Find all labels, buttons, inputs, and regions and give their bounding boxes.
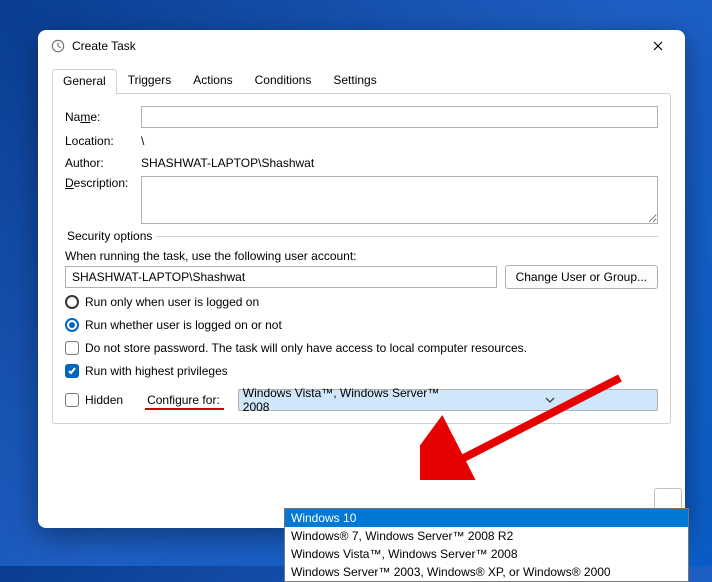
tab-settings[interactable]: Settings — [322, 68, 387, 93]
titlebar: Create Task — [38, 30, 685, 62]
security-options-legend: Security options — [63, 229, 156, 243]
author-label: Author: — [65, 156, 135, 170]
checkbox-highest-privileges[interactable]: Run with highest privileges — [65, 364, 228, 378]
configure-for-label: Configure for: — [147, 393, 220, 407]
configure-for-selected: Windows Vista™, Windows Server™ 2008 — [243, 386, 448, 414]
tab-page-general: Name: Location: \ Author: SHASHWAT-LAPTO… — [52, 93, 671, 424]
tab-actions[interactable]: Actions — [182, 68, 243, 93]
dropdown-option[interactable]: Windows® 7, Windows Server™ 2008 R2 — [285, 527, 688, 545]
tab-conditions[interactable]: Conditions — [244, 68, 323, 93]
dialog-content: General Triggers Actions Conditions Sett… — [38, 62, 685, 528]
dropdown-option[interactable]: Windows 10 — [285, 509, 688, 527]
checkbox-no-store-password[interactable]: Do not store password. The task will onl… — [65, 341, 527, 355]
name-input[interactable] — [141, 106, 658, 128]
tab-strip: General Triggers Actions Conditions Sett… — [52, 68, 671, 93]
change-user-button[interactable]: Change User or Group... — [505, 265, 658, 289]
checkbox-hidden[interactable]: Hidden — [65, 393, 123, 407]
window-title: Create Task — [72, 39, 635, 53]
description-label: Description: — [65, 176, 135, 190]
task-scheduler-icon — [50, 38, 66, 54]
author-value: SHASHWAT-LAPTOP\Shashwat — [141, 154, 658, 172]
dropdown-option[interactable]: Windows Vista™, Windows Server™ 2008 — [285, 545, 688, 563]
radio-run-whether[interactable]: Run whether user is logged on or not — [65, 318, 282, 332]
close-button[interactable] — [635, 31, 681, 61]
create-task-dialog: Create Task General Triggers Actions Con… — [38, 30, 685, 528]
when-running-label: When running the task, use the following… — [65, 249, 658, 263]
location-value: \ — [141, 132, 658, 150]
configure-for-dropdown: Windows 10 Windows® 7, Windows Server™ 2… — [284, 508, 689, 582]
chevron-down-icon — [448, 395, 653, 405]
tab-triggers[interactable]: Triggers — [117, 68, 183, 93]
security-options-group: Security options When running the task, … — [65, 236, 658, 379]
tab-general[interactable]: General — [52, 69, 117, 94]
user-account-display: SHASHWAT-LAPTOP\Shashwat — [65, 266, 497, 288]
name-label: Name: — [65, 110, 135, 124]
location-label: Location: — [65, 134, 135, 148]
configure-for-combobox[interactable]: Windows Vista™, Windows Server™ 2008 — [238, 389, 658, 411]
radio-run-logged-on[interactable]: Run only when user is logged on — [65, 295, 259, 309]
description-input[interactable] — [141, 176, 658, 224]
